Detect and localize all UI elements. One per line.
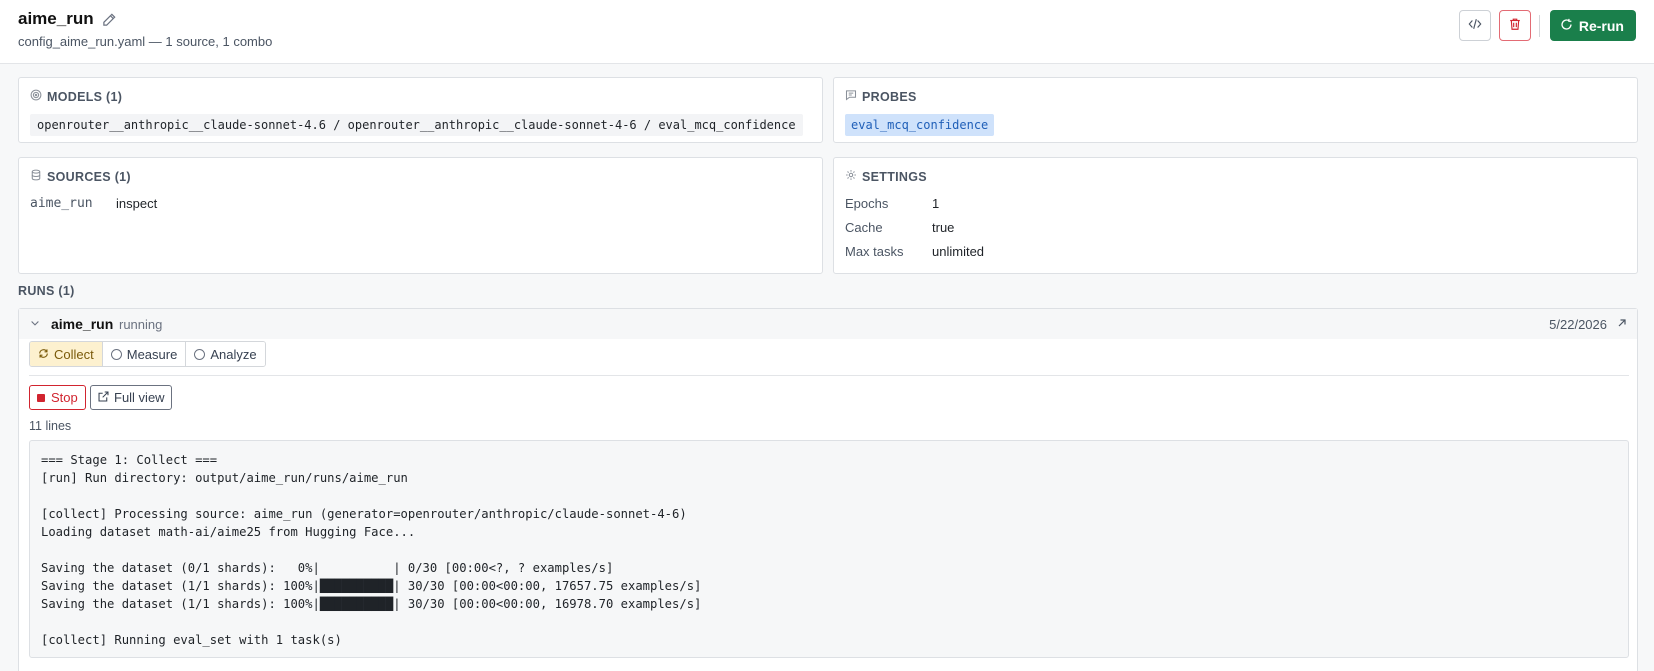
code-icon	[1468, 17, 1482, 34]
run-card: aime_run running 5/22/2026 Collect Measu…	[18, 308, 1638, 671]
setting-key: Epochs	[845, 196, 889, 211]
tab-analyze[interactable]: Analyze	[186, 342, 265, 366]
gear-icon	[845, 169, 857, 184]
page-subtitle: config_aime_run.yaml — 1 source, 1 combo	[18, 34, 273, 49]
log-line: Saving the dataset (1/1 shards): 100%|██…	[41, 579, 702, 593]
models-heading-label: MODELS (1)	[47, 89, 123, 104]
models-card: MODELS (1) openrouter__anthropic__claude…	[18, 77, 823, 143]
full-view-button[interactable]: Full view	[90, 385, 172, 410]
setting-value: true	[932, 220, 955, 235]
source-name: aime_run	[30, 196, 93, 211]
run-name: aime_run	[51, 316, 114, 332]
refresh-icon	[38, 347, 49, 362]
external-link-icon[interactable]	[1616, 317, 1628, 332]
stop-icon	[37, 393, 45, 402]
tab-label: Collect	[54, 346, 94, 362]
tab-label: Measure	[126, 346, 178, 362]
log-line: [collect] Running eval_set with 1 task(s…	[41, 633, 342, 647]
probes-heading: PROBES	[845, 89, 917, 104]
run-status: running	[119, 317, 163, 332]
header-actions: Re-run	[1458, 10, 1636, 41]
setting-row-max-tasks: Max tasks unlimited	[845, 244, 984, 259]
settings-heading-label: SETTINGS	[862, 169, 927, 184]
models-heading: MODELS (1)	[30, 89, 122, 104]
run-header[interactable]: aime_run running 5/22/2026	[19, 309, 1637, 339]
full-view-label: Full view	[114, 390, 165, 405]
lines-count: 11 lines	[29, 419, 72, 433]
message-icon	[845, 89, 857, 104]
stop-button[interactable]: Stop	[29, 385, 86, 410]
pencil-icon[interactable]	[102, 12, 117, 27]
log-line: === Stage 1: Collect ===	[41, 453, 218, 467]
view-config-button[interactable]	[1458, 10, 1491, 41]
log-line: [collect] Processing source: aime_run (g…	[41, 507, 687, 521]
rerun-label: Re-run	[1578, 17, 1624, 34]
log-output[interactable]: === Stage 1: Collect === [run] Run direc…	[29, 440, 1629, 658]
sources-heading-label: SOURCES (1)	[47, 169, 131, 184]
trash-icon	[1508, 17, 1522, 34]
tab-collect[interactable]: Collect	[30, 342, 103, 366]
run-date: 5/22/2026	[1549, 317, 1607, 332]
probe-chip[interactable]: eval_mcq_confidence	[845, 114, 995, 136]
title-row: aime_run	[18, 9, 117, 29]
setting-row-cache: Cache true	[845, 220, 954, 235]
tab-label: Analyze	[210, 346, 257, 362]
delete-button[interactable]	[1498, 10, 1531, 41]
radio-icon	[110, 348, 122, 360]
settings-card: SETTINGS Epochs 1 Cache true Max tasks u…	[833, 157, 1638, 274]
sources-card: SOURCES (1) aime_run inspect	[18, 157, 823, 274]
log-line: Loading dataset math-ai/aime25 from Hugg…	[41, 525, 416, 539]
setting-value: unlimited	[932, 244, 985, 259]
external-link-icon	[97, 390, 110, 406]
rerun-button[interactable]: Re-run	[1549, 10, 1636, 41]
probes-card: PROBES eval_mcq_confidence	[833, 77, 1638, 143]
database-icon	[30, 169, 42, 184]
target-icon	[30, 89, 42, 104]
tabs-divider	[29, 375, 1629, 376]
model-combo: openrouter__anthropic__claude-sonnet-4.6…	[30, 114, 803, 136]
divider	[1538, 14, 1540, 37]
page-title: aime_run	[18, 9, 94, 28]
chevron-down-icon[interactable]	[29, 317, 41, 332]
log-line: [run] Run directory: output/aime_run/run…	[41, 471, 408, 485]
refresh-icon	[1560, 18, 1573, 34]
runs-heading: RUNS (1)	[18, 284, 75, 298]
tab-measure[interactable]: Measure	[102, 342, 187, 366]
radio-icon	[194, 348, 206, 360]
source-row: aime_run inspect	[30, 196, 157, 211]
setting-row-epochs: Epochs 1	[845, 196, 939, 211]
page-header: aime_run config_aime_run.yaml — 1 source…	[0, 0, 1654, 64]
probes-heading-label: PROBES	[862, 89, 917, 104]
source-type: inspect	[116, 196, 158, 211]
setting-key: Cache	[845, 220, 883, 235]
settings-heading: SETTINGS	[845, 169, 927, 184]
stage-tabs: Collect Measure Analyze	[29, 341, 266, 367]
log-line: Saving the dataset (1/1 shards): 100%|██…	[41, 597, 702, 611]
setting-value: 1	[932, 196, 940, 211]
setting-key: Max tasks	[845, 244, 904, 259]
log-line: Saving the dataset (0/1 shards): 0%| | 0…	[41, 561, 614, 575]
sources-heading: SOURCES (1)	[30, 169, 131, 184]
stop-label: Stop	[51, 390, 78, 405]
